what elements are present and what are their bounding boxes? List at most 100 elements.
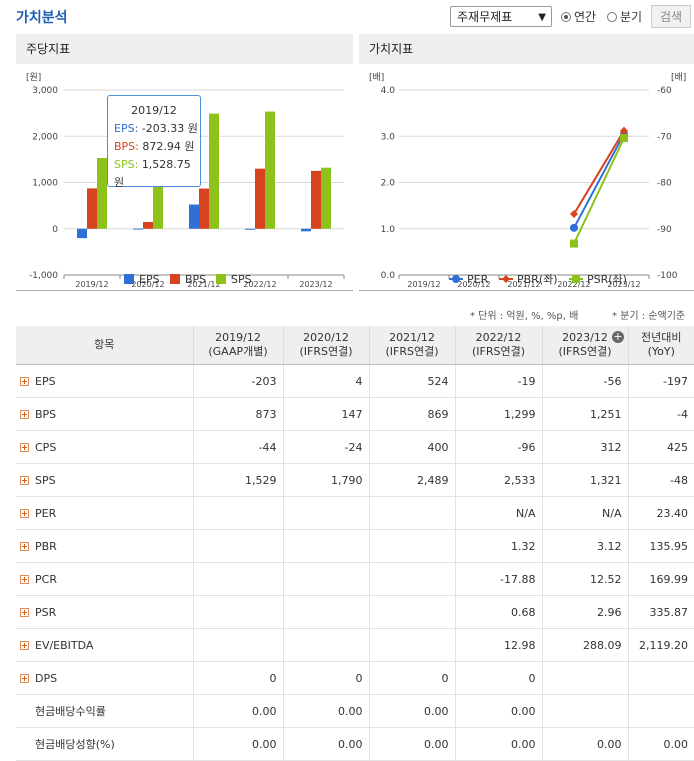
table-row: EPS -203 4 524 -19 -56 -197 [16,364,694,398]
expand-plus-icon[interactable] [20,475,29,485]
expand-plus-icon[interactable] [20,376,29,386]
row-label-cell[interactable]: PER [16,496,193,530]
column-header: 2022/12 (IFRS연결) [454,326,542,365]
row-label-cell[interactable]: PCR [16,562,193,596]
table-cell: 1,790 [282,463,369,497]
radio-annual-label: 연간 [574,10,597,24]
table-cell: 0.00 [192,727,283,761]
table-cell [282,496,369,530]
chart-tooltip: 2019/12 EPS: -203.33 원 BPS: 872.94 원 SPS… [107,95,201,189]
bar-eps-2020-12 [133,228,143,230]
table-row: 현금배당성향(%) 0.00 0.00 0.00 0.00 0.00 0.00 [16,727,694,761]
table-cell: 12.98 [454,628,542,662]
expand-plus-icon[interactable] [20,442,29,452]
row-label-cell[interactable]: PBR [16,529,193,563]
table-cell [282,562,369,596]
table-cell [368,562,455,596]
row-label-cell[interactable]: SPS [16,463,193,497]
expand-plus-icon[interactable] [20,607,29,617]
search-button[interactable]: 검색 [651,5,691,28]
table-cell: 0.00 [368,727,455,761]
expand-plus-icon[interactable] [20,541,29,551]
row-label-cell: 현금배당성향(%) [16,727,193,761]
table-cell: 23.40 [627,496,694,530]
expand-plus-icon[interactable] [20,574,29,584]
table-cell: 312 [541,430,628,464]
bar-bps-2019-12 [87,188,97,229]
table-cell: 0.00 [368,694,455,728]
table-cell [282,595,369,629]
table-cell [368,628,455,662]
radio-checked-icon [561,11,571,22]
tooltip-sps-label: SPS: [114,158,139,171]
table-cell: 873 [192,397,283,431]
table-cell: 0.00 [192,694,283,728]
radio-quarter[interactable]: 분기 [607,8,642,25]
y-axis-unit: [원] [26,72,41,83]
table-cell: 0.00 [282,694,369,728]
expand-plus-icon[interactable] [20,409,29,419]
table-cell: 2,119.20 [627,628,694,662]
row-label-cell[interactable]: DPS [16,661,193,695]
valuation-panel: 가치지표 [배] [배] 4.0 -60 3.0 -70 2.0 -80 1.0 -90 0.0 -1… [359,34,694,291]
series-line-per [573,133,625,229]
row-label-cell[interactable]: BPS [16,397,193,431]
column-header: 2021/12 (IFRS연결) [368,326,455,365]
table-row: PSR 0.68 2.96 335.87 [16,595,694,629]
series-line-pbr [573,130,625,215]
table-cell: 1,321 [541,463,628,497]
table-cell: -44 [192,430,283,464]
table-cell [541,694,628,728]
table-cell: -24 [282,430,369,464]
table-cell: 0.00 [454,694,542,728]
row-label-cell[interactable]: PSR [16,595,193,629]
table-row: PBR 1.32 3.12 135.95 [16,529,694,563]
page-title: 가치분석 [16,10,68,26]
table-cell: 0.68 [454,595,542,629]
table-cell: N/A [541,496,628,530]
expand-plus-icon[interactable] [20,640,29,650]
expand-plus-icon[interactable] [20,508,29,518]
column-header: 항목 [16,326,193,365]
bar-eps-2021-12 [189,204,199,229]
point-psr [570,239,578,248]
column-header-line1: 2021/12 [389,331,435,344]
table-cell: 425 [627,430,694,464]
add-column-icon[interactable]: + [611,331,624,343]
table-cell [282,628,369,662]
legend-marker-psr [572,275,580,283]
x-tick-label: 2019/12 [407,280,440,289]
statement-select[interactable]: 주재무제표 ▼ [450,6,552,27]
bar-sps-2022-12 [265,111,275,229]
valuation-chart: [배] [배] 4.0 -60 3.0 -70 2.0 -80 1.0 -90 0.0 -100 201… [369,72,686,289]
bar-sps-2021-12 [209,113,219,229]
point-psr [620,134,628,143]
row-label-cell: 현금배당수익률 [16,694,193,728]
table-row: 현금배당수익률 0.00 0.00 0.00 0.00 [16,694,694,728]
expand-plus-icon[interactable] [20,673,29,683]
table-cell: 169.99 [627,562,694,596]
row-label: PER [35,506,57,520]
table-cell: -96 [454,430,542,464]
row-label: EPS [35,374,56,388]
table-row: PCR -17.88 12.52 169.99 [16,562,694,596]
table-cell: 2,489 [368,463,455,497]
legend-swatch-sps [216,274,226,284]
column-header-line2: (GAAP개별) [208,345,268,358]
column-header: 2019/12 (GAAP개별) [192,326,283,365]
column-header-line1: 2020/12 [303,331,349,344]
table-cell: N/A [454,496,542,530]
per-share-panel-title: 주당지표 [16,34,353,64]
quarter-note: * 분기 : 순액기준 [612,311,686,322]
table-cell: 3.12 [541,529,628,563]
y-tick-label: 0 [52,225,58,235]
row-label-cell[interactable]: EV/EBITDA [16,628,193,662]
row-label-cell[interactable]: EPS [16,364,193,398]
row-label: DPS [35,671,58,685]
table-cell: 0.00 [454,727,542,761]
table-cell: -4 [627,397,694,431]
row-label-cell[interactable]: CPS [16,430,193,464]
radio-annual[interactable]: 연간 [561,8,596,25]
bar-bps-2021-12 [199,188,209,229]
table-header-row: 항목 2019/12 (GAAP개별) 2020/12 (IFRS연결) 2021/12(… [16,326,694,365]
